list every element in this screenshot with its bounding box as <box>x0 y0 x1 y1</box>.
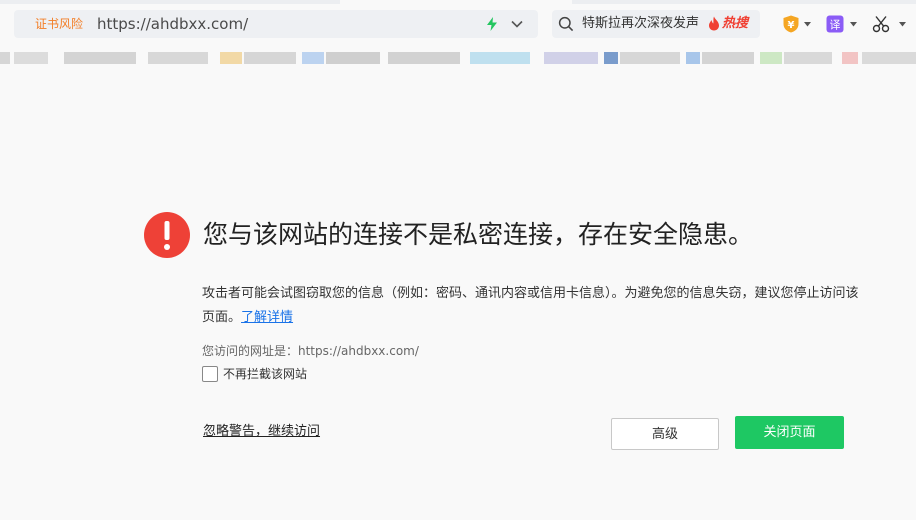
ignore-warning-link[interactable]: 忽略警告，继续访问 <box>203 423 320 441</box>
browser-toolbar: 证书风险 https://ahdbxx.com/ 特斯拉再次深夜发声 热搜 ¥ <box>0 0 916 48</box>
visited-url-text: 您访问的网址是：https://ahdbxx.com/ <box>202 344 419 358</box>
bookmark-item[interactable] <box>388 52 460 64</box>
chevron-down-icon[interactable] <box>510 18 524 30</box>
bookmark-item[interactable] <box>604 52 618 64</box>
bookmark-item[interactable] <box>544 52 598 64</box>
bookmark-item[interactable] <box>760 52 782 64</box>
shield-glyph: ¥ <box>788 20 795 31</box>
bookmark-item[interactable] <box>702 52 754 64</box>
bookmarks-bar <box>0 48 916 70</box>
address-bar[interactable]: 证书风险 https://ahdbxx.com/ <box>14 10 538 38</box>
translate-glyph: 译 <box>830 19 841 32</box>
tab-strip-edge <box>0 0 340 4</box>
certificate-warning-label[interactable]: 证书风险 <box>35 16 83 32</box>
bookmark-item[interactable] <box>148 52 208 64</box>
dont-block-checkbox[interactable] <box>202 366 218 382</box>
warning-description-text: 攻击者可能会试图窃取您的信息（例如：密码、通讯内容或信用卡信息）。为避免您的信息… <box>202 286 859 325</box>
dont-block-label[interactable]: 不再拦截该网站 <box>223 365 307 383</box>
caret-down-icon[interactable] <box>850 22 857 27</box>
bookmark-item[interactable] <box>244 52 296 64</box>
caret-down-icon[interactable] <box>899 22 906 27</box>
hot-search-label[interactable]: 热搜 <box>722 15 748 32</box>
bookmark-item[interactable] <box>784 52 832 64</box>
flame-icon <box>709 16 719 31</box>
caret-down-icon[interactable] <box>804 22 811 27</box>
warning-title: 您与该网站的连接不是私密连接，存在安全隐患。 <box>203 220 754 249</box>
tab-strip-edge <box>572 0 916 4</box>
translate-extension-button[interactable]: 译 <box>826 14 858 34</box>
bookmark-item[interactable] <box>686 52 700 64</box>
url-text[interactable]: https://ahdbxx.com/ <box>97 14 248 34</box>
bookmark-item[interactable] <box>14 52 48 64</box>
translate-icon: 译 <box>826 15 844 33</box>
screenshot-extension-button[interactable] <box>872 14 906 34</box>
bookmark-item[interactable] <box>326 52 380 64</box>
bookmark-item[interactable] <box>220 52 242 64</box>
shield-extension-button[interactable]: ¥ <box>782 14 812 34</box>
warning-description: 攻击者可能会试图窃取您的信息（例如：密码、通讯内容或信用卡信息）。为避免您的信息… <box>202 282 862 330</box>
search-icon[interactable] <box>558 16 574 32</box>
close-page-button[interactable]: 关闭页面 <box>735 416 844 449</box>
bookmark-item[interactable] <box>302 52 324 64</box>
advanced-button[interactable]: 高级 <box>611 418 719 450</box>
scissors-icon <box>872 16 890 33</box>
bookmark-item[interactable] <box>470 52 530 64</box>
bookmark-item[interactable] <box>0 52 10 64</box>
lightning-icon[interactable] <box>486 17 498 31</box>
search-query-text[interactable]: 特斯拉再次深夜发声 <box>582 16 699 32</box>
bookmark-item[interactable] <box>842 52 858 64</box>
bookmark-item[interactable] <box>64 52 136 64</box>
learn-more-link[interactable]: 了解详情 <box>241 310 293 325</box>
shield-icon: ¥ <box>783 15 799 33</box>
alert-icon <box>144 212 190 258</box>
bookmark-item[interactable] <box>862 52 916 64</box>
search-box[interactable]: 特斯拉再次深夜发声 热搜 <box>552 10 760 38</box>
bookmark-item[interactable] <box>620 52 680 64</box>
